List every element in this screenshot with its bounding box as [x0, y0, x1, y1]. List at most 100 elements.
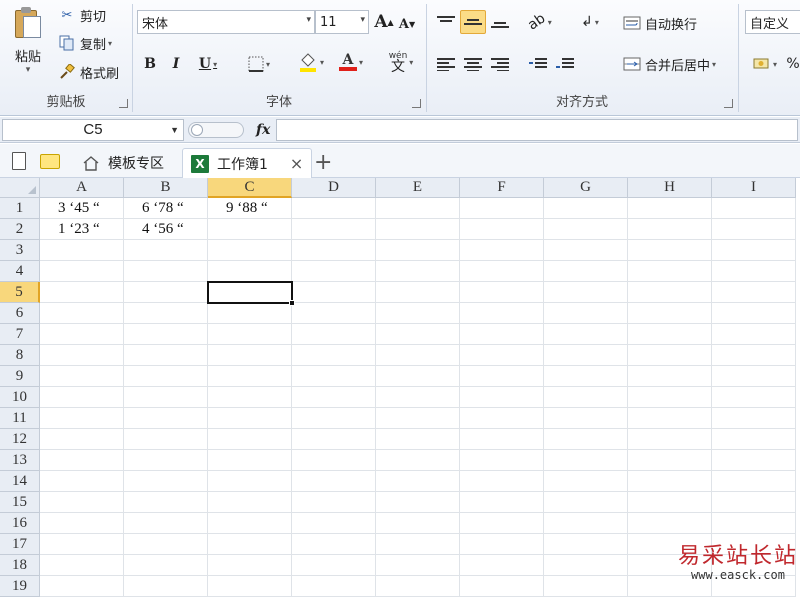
- decrease-indent-button[interactable]: [525, 52, 551, 76]
- cell-g3[interactable]: [544, 240, 628, 261]
- cell-g12[interactable]: [544, 429, 628, 450]
- orientation-button[interactable]: ab ▾: [525, 10, 555, 34]
- cell-b5[interactable]: [124, 282, 208, 303]
- row-header-8[interactable]: 8: [0, 345, 40, 366]
- tab-workbook[interactable]: X 工作簿1 ×: [182, 148, 313, 178]
- name-box[interactable]: C5 ▼: [2, 119, 184, 141]
- chevron-down-icon[interactable]: ▾: [359, 58, 363, 67]
- cell-f18[interactable]: [460, 555, 544, 576]
- cell-g4[interactable]: [544, 261, 628, 282]
- cell-c9[interactable]: [208, 366, 292, 387]
- cell-b12[interactable]: [124, 429, 208, 450]
- cell-e14[interactable]: [376, 471, 460, 492]
- chevron-down-icon[interactable]: ▾: [306, 15, 311, 25]
- cell-c17[interactable]: [208, 534, 292, 555]
- cell-c15[interactable]: [208, 492, 292, 513]
- cell-h4[interactable]: [628, 261, 712, 282]
- chevron-down-icon[interactable]: ▾: [108, 39, 112, 48]
- cell-c8[interactable]: [208, 345, 292, 366]
- accounting-format-button[interactable]: ▾: [747, 52, 783, 76]
- column-header-c[interactable]: C: [208, 178, 292, 198]
- cell-f7[interactable]: [460, 324, 544, 345]
- cell-i6[interactable]: [712, 303, 796, 324]
- cell-c14[interactable]: [208, 471, 292, 492]
- row-header-6[interactable]: 6: [0, 303, 40, 324]
- cell-d1[interactable]: [292, 198, 376, 219]
- cell-b7[interactable]: [124, 324, 208, 345]
- cell-h10[interactable]: [628, 387, 712, 408]
- cell-g6[interactable]: [544, 303, 628, 324]
- cell-h8[interactable]: [628, 345, 712, 366]
- cell-f10[interactable]: [460, 387, 544, 408]
- cell-h16[interactable]: [628, 513, 712, 534]
- cell-g1[interactable]: [544, 198, 628, 219]
- column-header-a[interactable]: A: [40, 178, 124, 198]
- cell-i10[interactable]: [712, 387, 796, 408]
- tab-template[interactable]: 模板专区: [74, 148, 172, 178]
- cell-e5[interactable]: [376, 282, 460, 303]
- cell-d5[interactable]: [292, 282, 376, 303]
- borders-button[interactable]: ▾: [241, 52, 277, 76]
- cell-a6[interactable]: [40, 303, 124, 324]
- chevron-down-icon[interactable]: ▾: [360, 15, 365, 25]
- cell-c6[interactable]: [208, 303, 292, 324]
- cell-d11[interactable]: [292, 408, 376, 429]
- column-header-f[interactable]: F: [460, 178, 544, 198]
- cell-a16[interactable]: [40, 513, 124, 534]
- cell-a14[interactable]: [40, 471, 124, 492]
- cell-g11[interactable]: [544, 408, 628, 429]
- cell-b4[interactable]: [124, 261, 208, 282]
- cell-f3[interactable]: [460, 240, 544, 261]
- cell-e12[interactable]: [376, 429, 460, 450]
- chevron-down-icon[interactable]: ▾: [595, 18, 599, 27]
- text-direction-button[interactable]: ↲ ▾: [573, 10, 607, 34]
- cell-c11[interactable]: [208, 408, 292, 429]
- cell-d16[interactable]: [292, 513, 376, 534]
- column-header-b[interactable]: B: [124, 178, 208, 198]
- row-header-14[interactable]: 14: [0, 471, 40, 492]
- close-icon[interactable]: ×: [290, 154, 303, 173]
- cell-b13[interactable]: [124, 450, 208, 471]
- cell-d17[interactable]: [292, 534, 376, 555]
- cell-f9[interactable]: [460, 366, 544, 387]
- cell-f15[interactable]: [460, 492, 544, 513]
- chevron-down-icon[interactable]: ▾: [320, 58, 324, 67]
- cell-b9[interactable]: [124, 366, 208, 387]
- cell-a15[interactable]: [40, 492, 124, 513]
- cell-a7[interactable]: [40, 324, 124, 345]
- cell-f1[interactable]: [460, 198, 544, 219]
- row-header-9[interactable]: 9: [0, 366, 40, 387]
- cell-b18[interactable]: [124, 555, 208, 576]
- font-size-combo[interactable]: 11 ▾: [315, 10, 369, 34]
- cell-h13[interactable]: [628, 450, 712, 471]
- cell-d2[interactable]: [292, 219, 376, 240]
- cell-g7[interactable]: [544, 324, 628, 345]
- cell-c12[interactable]: [208, 429, 292, 450]
- cell-a17[interactable]: [40, 534, 124, 555]
- dialog-launcher-icon[interactable]: .: [412, 99, 421, 108]
- cell-i15[interactable]: [712, 492, 796, 513]
- cell-d14[interactable]: [292, 471, 376, 492]
- cell-d4[interactable]: [292, 261, 376, 282]
- cell-c7[interactable]: [208, 324, 292, 345]
- cell-i2[interactable]: [712, 219, 796, 240]
- percent-button[interactable]: %: [785, 52, 800, 76]
- cell-d10[interactable]: [292, 387, 376, 408]
- cell-e3[interactable]: [376, 240, 460, 261]
- dialog-launcher-icon[interactable]: .: [724, 99, 733, 108]
- align-right-button[interactable]: [487, 52, 513, 76]
- cell-e11[interactable]: [376, 408, 460, 429]
- fill-handle[interactable]: [289, 300, 295, 306]
- cell-f8[interactable]: [460, 345, 544, 366]
- cell-b19[interactable]: [124, 576, 208, 597]
- cell-b6[interactable]: [124, 303, 208, 324]
- cell-b16[interactable]: [124, 513, 208, 534]
- row-header-2[interactable]: 2: [0, 219, 40, 240]
- cell-d8[interactable]: [292, 345, 376, 366]
- row-header-11[interactable]: 11: [0, 408, 40, 429]
- cell-h15[interactable]: [628, 492, 712, 513]
- paste-button[interactable]: 粘贴 ▾: [8, 4, 48, 84]
- cell-f16[interactable]: [460, 513, 544, 534]
- chevron-down-icon[interactable]: ▾: [8, 65, 48, 75]
- chevron-down-icon[interactable]: ▼: [170, 120, 179, 140]
